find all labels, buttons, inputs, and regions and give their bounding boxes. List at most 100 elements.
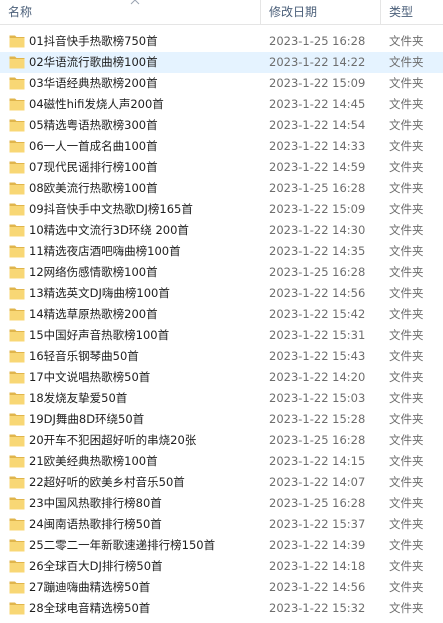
file-name: 13精选英文DJ嗨曲榜100首 [29,286,170,300]
folder-icon [9,98,25,111]
file-type: 文件夹 [389,328,424,342]
list-item[interactable]: 15中国好声音热歌榜100首 2023-1-22 15:31 文件夹 [0,325,443,346]
file-type: 文件夹 [389,265,424,279]
list-item[interactable]: 26全球百大DJ排行榜50首 2023-1-22 14:18 文件夹 [0,556,443,577]
file-name: 21欧美经典热歌榜100首 [29,454,158,468]
file-name: 04磁性hifi发烧人声200首 [29,97,164,111]
file-type: 文件夹 [389,118,424,132]
folder-icon [9,35,25,48]
file-type: 文件夹 [389,307,424,321]
file-type: 文件夹 [389,517,424,531]
file-name: 10精选中文流行3D环绕 200首 [29,223,189,237]
modified-date: 2023-1-22 14:39 [269,538,366,552]
list-item[interactable]: 01抖音快手热歌榜750首 2023-1-25 16:28 文件夹 [0,31,443,52]
folder-icon [9,77,25,90]
folder-icon [9,203,25,216]
column-header: 名称 修改日期 类型 [0,0,443,25]
modified-date: 2023-1-22 14:35 [269,244,366,258]
file-name: 09抖音快手中文热歌DJ榜165首 [29,202,193,216]
list-item[interactable]: 05精选粤语热歌榜300首 2023-1-22 14:54 文件夹 [0,115,443,136]
list-item[interactable]: 10精选中文流行3D环绕 200首 2023-1-22 14:30 文件夹 [0,220,443,241]
list-item[interactable]: 04磁性hifi发烧人声200首 2023-1-22 14:45 文件夹 [0,94,443,115]
file-name: 11精选夜店酒吧嗨曲榜100首 [29,244,181,258]
file-type: 文件夹 [389,97,424,111]
modified-date: 2023-1-22 14:07 [269,475,366,489]
list-item[interactable]: 08欧美流行热歌榜100首 2023-1-25 16:28 文件夹 [0,178,443,199]
file-name: 23中国风热歌排行榜80首 [29,496,162,510]
list-item[interactable]: 25二零二一年新歌速递排行榜150首 2023-1-22 14:39 文件夹 [0,535,443,556]
file-name: 03华语经典热歌榜200首 [29,76,158,90]
file-list: 01抖音快手热歌榜750首 2023-1-25 16:28 文件夹 02华语流行歌曲榜… [0,31,443,619]
folder-icon [9,287,25,300]
folder-icon [9,602,25,615]
list-item[interactable]: 03华语经典热歌榜200首 2023-1-22 15:09 文件夹 [0,73,443,94]
file-name: 18发烧友挚爱50首 [29,391,128,405]
file-type: 文件夹 [389,580,424,594]
file-name: 27蹦迪嗨曲精选榜50首 [29,580,151,594]
modified-date: 2023-1-22 14:56 [269,580,366,594]
list-item[interactable]: 24闽南语热歌排行榜50首 2023-1-22 15:37 文件夹 [0,514,443,535]
list-item[interactable]: 27蹦迪嗨曲精选榜50首 2023-1-22 14:56 文件夹 [0,577,443,598]
file-name: 28全球电音精选榜50首 [29,601,151,615]
folder-icon [9,539,25,552]
folder-icon [9,455,25,468]
list-item[interactable]: 14精选草原热歌榜200首 2023-1-22 15:42 文件夹 [0,304,443,325]
folder-icon [9,560,25,573]
column-name-label: 名称 [8,5,33,19]
list-item[interactable]: 13精选英文DJ嗨曲榜100首 2023-1-22 14:56 文件夹 [0,283,443,304]
list-item[interactable]: 17中文说唱热歌榜50首 2023-1-22 14:20 文件夹 [0,367,443,388]
list-item[interactable]: 19DJ舞曲8D环绕50首 2023-1-22 15:28 文件夹 [0,409,443,430]
file-name: 22超好听的欧美乡村音乐50首 [29,475,185,489]
file-name: 05精选粤语热歌榜300首 [29,118,158,132]
folder-icon [9,161,25,174]
list-item[interactable]: 21欧美经典热歌榜100首 2023-1-22 14:15 文件夹 [0,451,443,472]
folder-icon [9,329,25,342]
file-type: 文件夹 [389,76,424,90]
file-type: 文件夹 [389,139,424,153]
file-type: 文件夹 [389,349,424,363]
modified-date: 2023-1-22 14:45 [269,97,366,111]
modified-date: 2023-1-25 16:28 [269,181,366,195]
file-type: 文件夹 [389,244,424,258]
file-name: 25二零二一年新歌速递排行榜150首 [29,538,216,552]
modified-date: 2023-1-22 15:03 [269,391,366,405]
modified-date: 2023-1-22 15:31 [269,328,366,342]
list-item[interactable]: 11精选夜店酒吧嗨曲榜100首 2023-1-22 14:35 文件夹 [0,241,443,262]
file-type: 文件夹 [389,160,424,174]
modified-date: 2023-1-25 16:28 [269,496,366,510]
list-item[interactable]: 12网络伤感情歌榜100首 2023-1-25 16:28 文件夹 [0,262,443,283]
modified-date: 2023-1-22 15:42 [269,307,366,321]
folder-icon [9,56,25,69]
column-date-header[interactable]: 修改日期 [260,0,380,24]
file-type: 文件夹 [389,475,424,489]
list-item[interactable]: 02华语流行歌曲榜100首 2023-1-22 14:22 文件夹 [0,52,443,73]
file-name: 24闽南语热歌排行榜50首 [29,517,162,531]
list-item[interactable]: 20开车不犯困超好听的串烧20张 2023-1-25 16:28 文件夹 [0,430,443,451]
folder-icon [9,371,25,384]
list-item[interactable]: 07现代民谣排行榜100首 2023-1-22 14:59 文件夹 [0,157,443,178]
folder-icon [9,518,25,531]
list-item[interactable]: 18发烧友挚爱50首 2023-1-22 15:03 文件夹 [0,388,443,409]
file-name: 07现代民谣排行榜100首 [29,160,158,174]
modified-date: 2023-1-25 16:28 [269,34,366,48]
file-type: 文件夹 [389,454,424,468]
list-item[interactable]: 22超好听的欧美乡村音乐50首 2023-1-22 14:07 文件夹 [0,472,443,493]
folder-icon [9,224,25,237]
modified-date: 2023-1-22 14:20 [269,370,366,384]
list-item[interactable]: 23中国风热歌排行榜80首 2023-1-25 16:28 文件夹 [0,493,443,514]
column-name-header[interactable]: 名称 [0,0,260,24]
folder-icon [9,392,25,405]
modified-date: 2023-1-22 14:59 [269,160,366,174]
file-name: 26全球百大DJ排行榜50首 [29,559,163,573]
list-item[interactable]: 09抖音快手中文热歌DJ榜165首 2023-1-22 15:09 文件夹 [0,199,443,220]
file-type: 文件夹 [389,223,424,237]
column-type-header[interactable]: 类型 [380,0,443,24]
list-item[interactable]: 28全球电音精选榜50首 2023-1-22 15:32 文件夹 [0,598,443,619]
file-name: 02华语流行歌曲榜100首 [29,55,158,69]
folder-icon [9,476,25,489]
modified-date: 2023-1-25 16:28 [269,433,366,447]
folder-icon [9,350,25,363]
list-item[interactable]: 06一人一首成名曲100首 2023-1-22 14:33 文件夹 [0,136,443,157]
list-item[interactable]: 16轻音乐钢琴曲50首 2023-1-22 15:43 文件夹 [0,346,443,367]
modified-date: 2023-1-22 15:32 [269,601,366,615]
